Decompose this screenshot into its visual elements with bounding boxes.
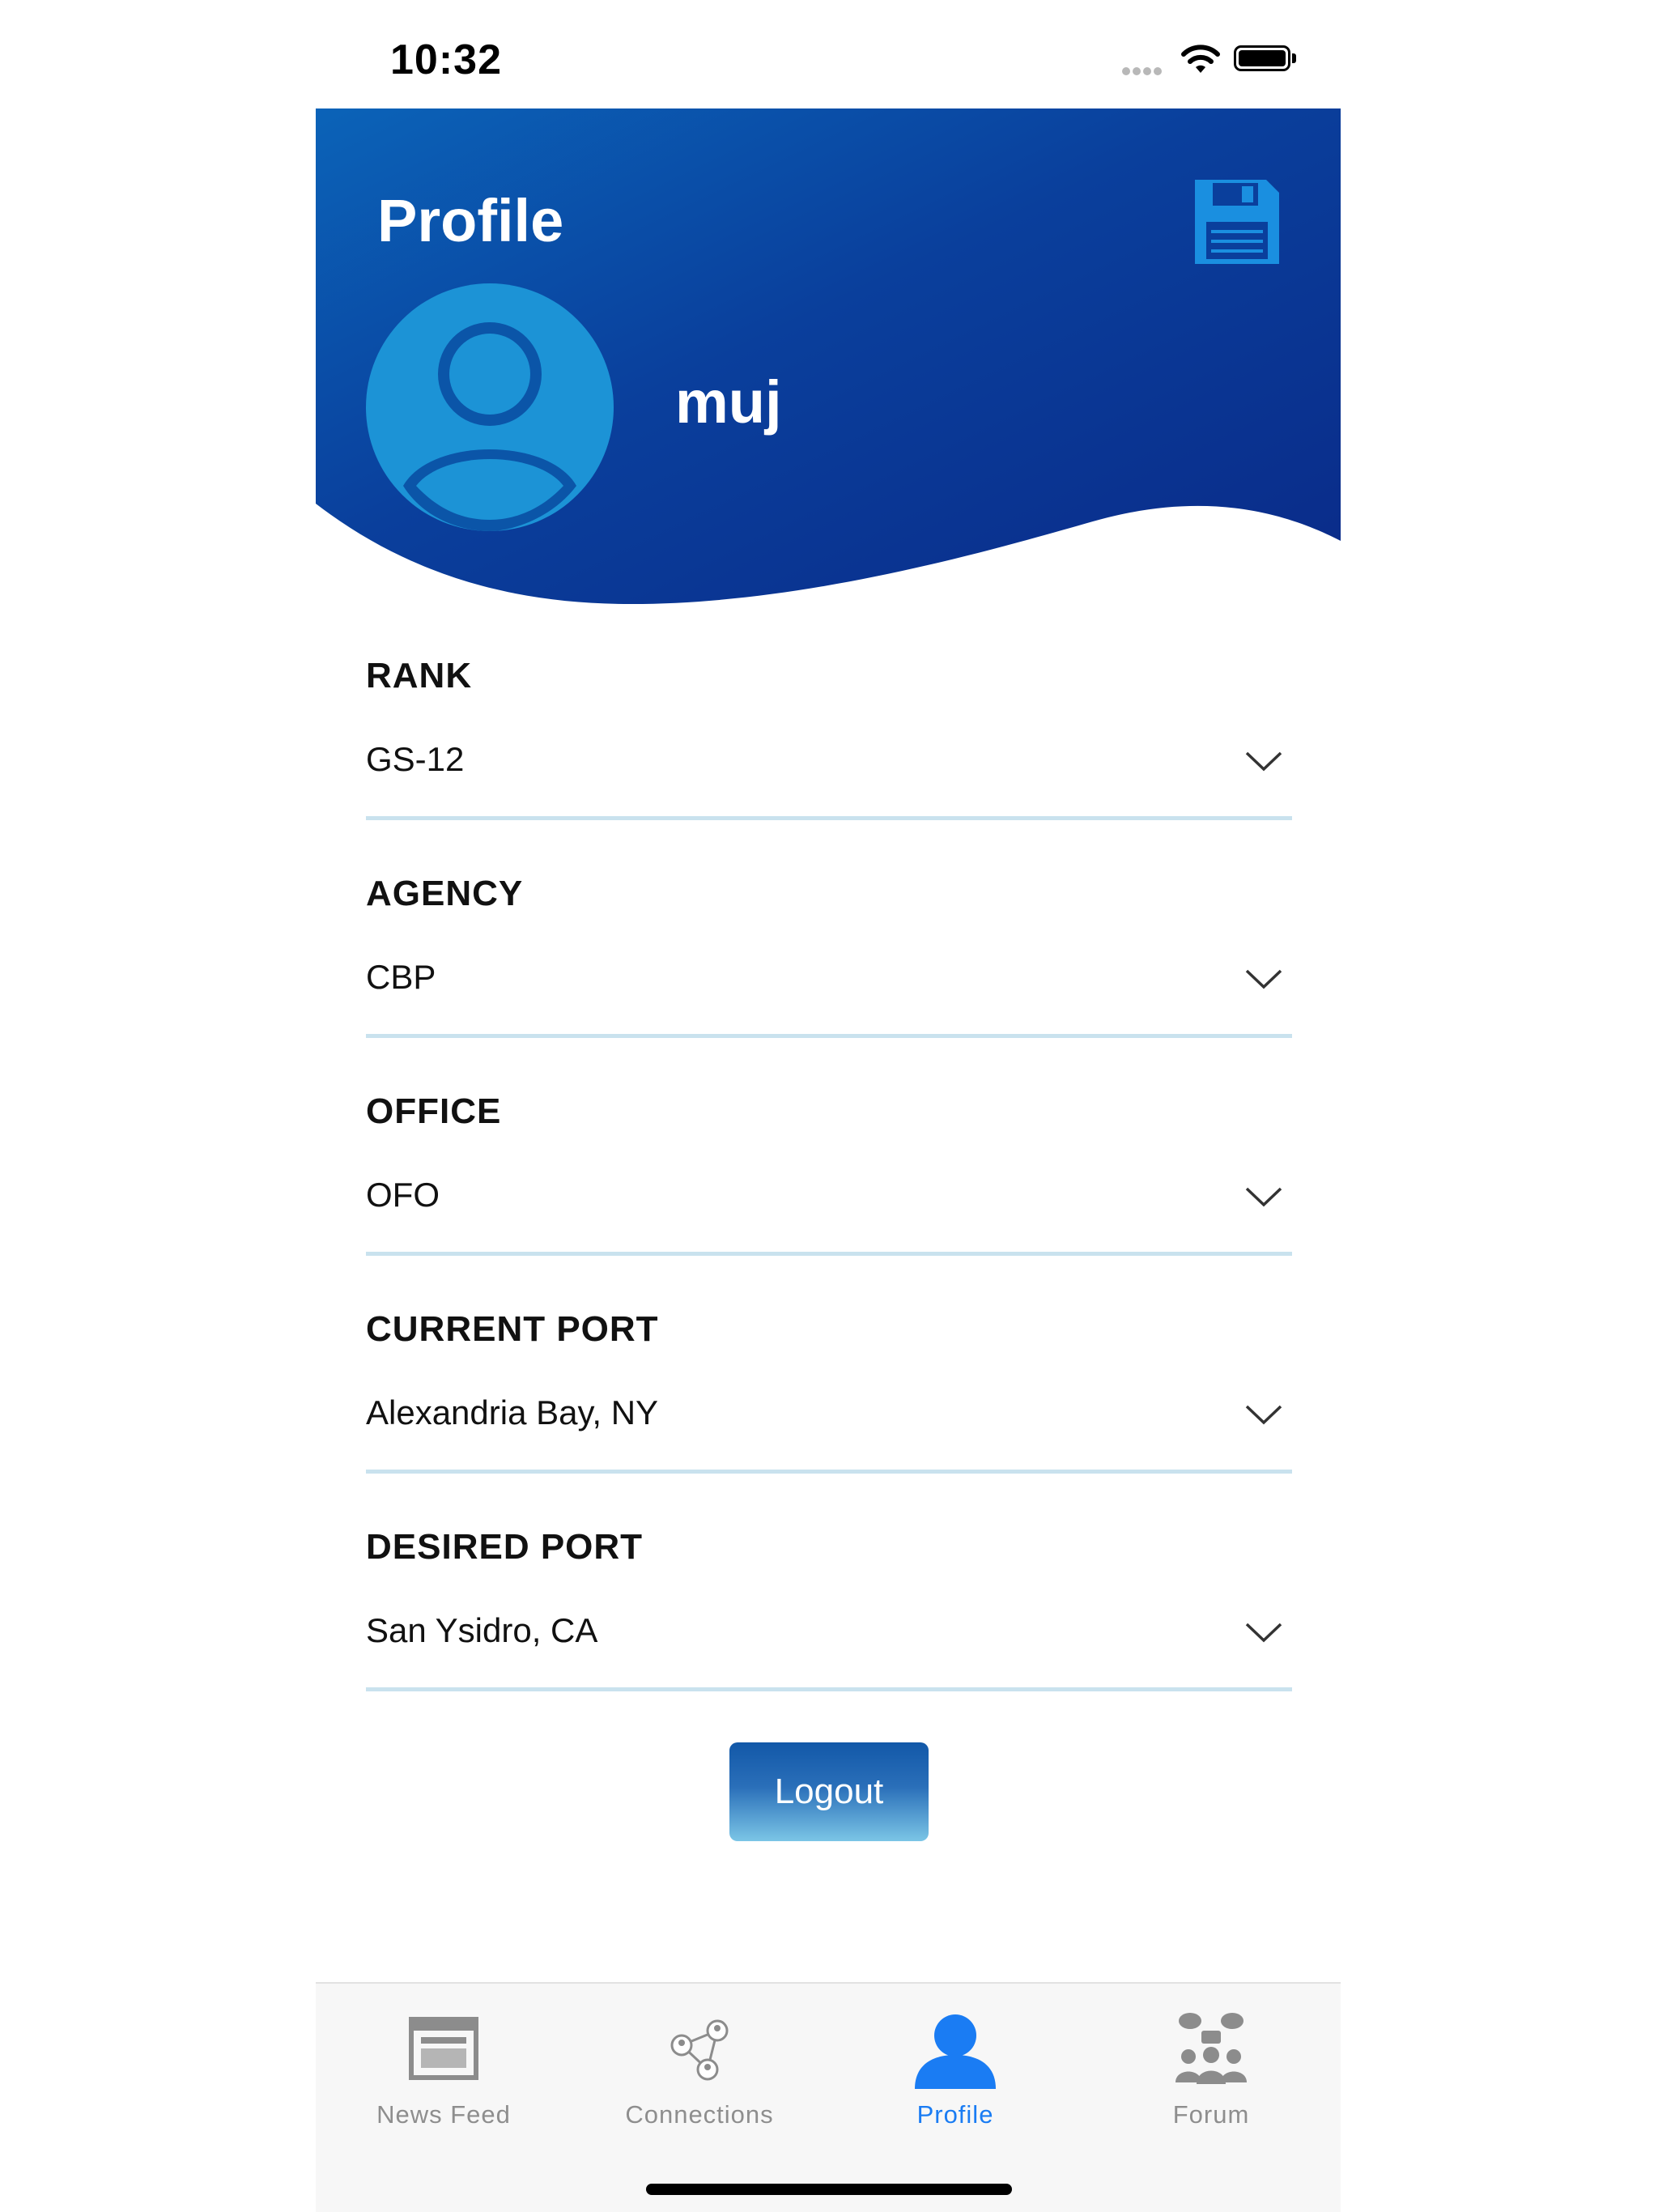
profile-header: Profile muj xyxy=(316,108,1341,604)
chevron-down-icon[interactable] xyxy=(1244,1393,1284,1434)
tab-label: Connections xyxy=(625,2100,774,2129)
field-desired-port[interactable]: DESIRED PORT San Ysidro, CA xyxy=(366,1511,1292,1729)
news-feed-icon xyxy=(409,2017,478,2080)
home-indicator xyxy=(646,2184,1012,2195)
tab-forum[interactable]: Forum xyxy=(1083,1984,1339,2146)
divider xyxy=(366,816,1292,820)
divider xyxy=(366,1470,1292,1474)
chevron-down-icon[interactable] xyxy=(1244,740,1284,781)
user-avatar-icon[interactable] xyxy=(366,283,614,531)
field-rank[interactable]: RANK GS-12 xyxy=(366,640,1292,857)
page-title: Profile xyxy=(377,187,564,254)
field-agency[interactable]: AGENCY CBP xyxy=(366,857,1292,1075)
rank-select-value[interactable]: GS-12 xyxy=(366,740,464,779)
tab-label: Forum xyxy=(1172,2100,1250,2129)
field-label: DESIRED PORT xyxy=(366,1527,644,1567)
username: muj xyxy=(675,368,782,436)
field-office[interactable]: OFFICE OFO xyxy=(366,1075,1292,1293)
field-label: CURRENT PORT xyxy=(366,1309,659,1349)
battery-icon xyxy=(1234,45,1290,71)
connections-icon xyxy=(670,2019,729,2081)
tab-label: News Feed xyxy=(376,2100,511,2129)
tab-connections[interactable]: Connections xyxy=(572,1984,827,2146)
field-label: OFFICE xyxy=(366,1091,502,1131)
wifi-icon xyxy=(1180,44,1221,80)
tab-profile[interactable]: Profile xyxy=(827,1984,1083,2146)
field-label: AGENCY xyxy=(366,874,524,913)
chevron-down-icon[interactable] xyxy=(1244,1611,1284,1652)
logout-button[interactable]: Logout xyxy=(729,1742,929,1841)
agency-select-value[interactable]: CBP xyxy=(366,958,436,997)
status-time: 10:32 xyxy=(390,36,502,83)
office-select-value[interactable]: OFO xyxy=(366,1176,440,1214)
divider xyxy=(366,1034,1292,1038)
tab-news-feed[interactable]: News Feed xyxy=(316,1984,572,2146)
desired-port-select-value[interactable]: San Ysidro, CA xyxy=(366,1611,597,1650)
divider xyxy=(366,1252,1292,1256)
current-port-select-value[interactable]: Alexandria Bay, NY xyxy=(366,1393,658,1432)
field-current-port[interactable]: CURRENT PORT Alexandria Bay, NY xyxy=(366,1293,1292,1511)
field-label: RANK xyxy=(366,656,473,696)
cellular-signal-icon xyxy=(1122,65,1164,79)
tab-label: Profile xyxy=(916,2100,994,2129)
tab-bar: News Feed Connections Profile Forum xyxy=(316,1982,1341,2212)
floppy-disk-icon[interactable] xyxy=(1192,177,1282,267)
forum-icon xyxy=(1175,2013,1247,2084)
profile-icon xyxy=(915,2014,996,2089)
chevron-down-icon[interactable] xyxy=(1244,1176,1284,1216)
divider xyxy=(366,1687,1292,1691)
profile-form: RANK GS-12 AGENCY CBP OFFICE OFO CURRENT… xyxy=(366,640,1292,1729)
chevron-down-icon[interactable] xyxy=(1244,958,1284,998)
status-bar: 10:32 xyxy=(0,0,1658,108)
